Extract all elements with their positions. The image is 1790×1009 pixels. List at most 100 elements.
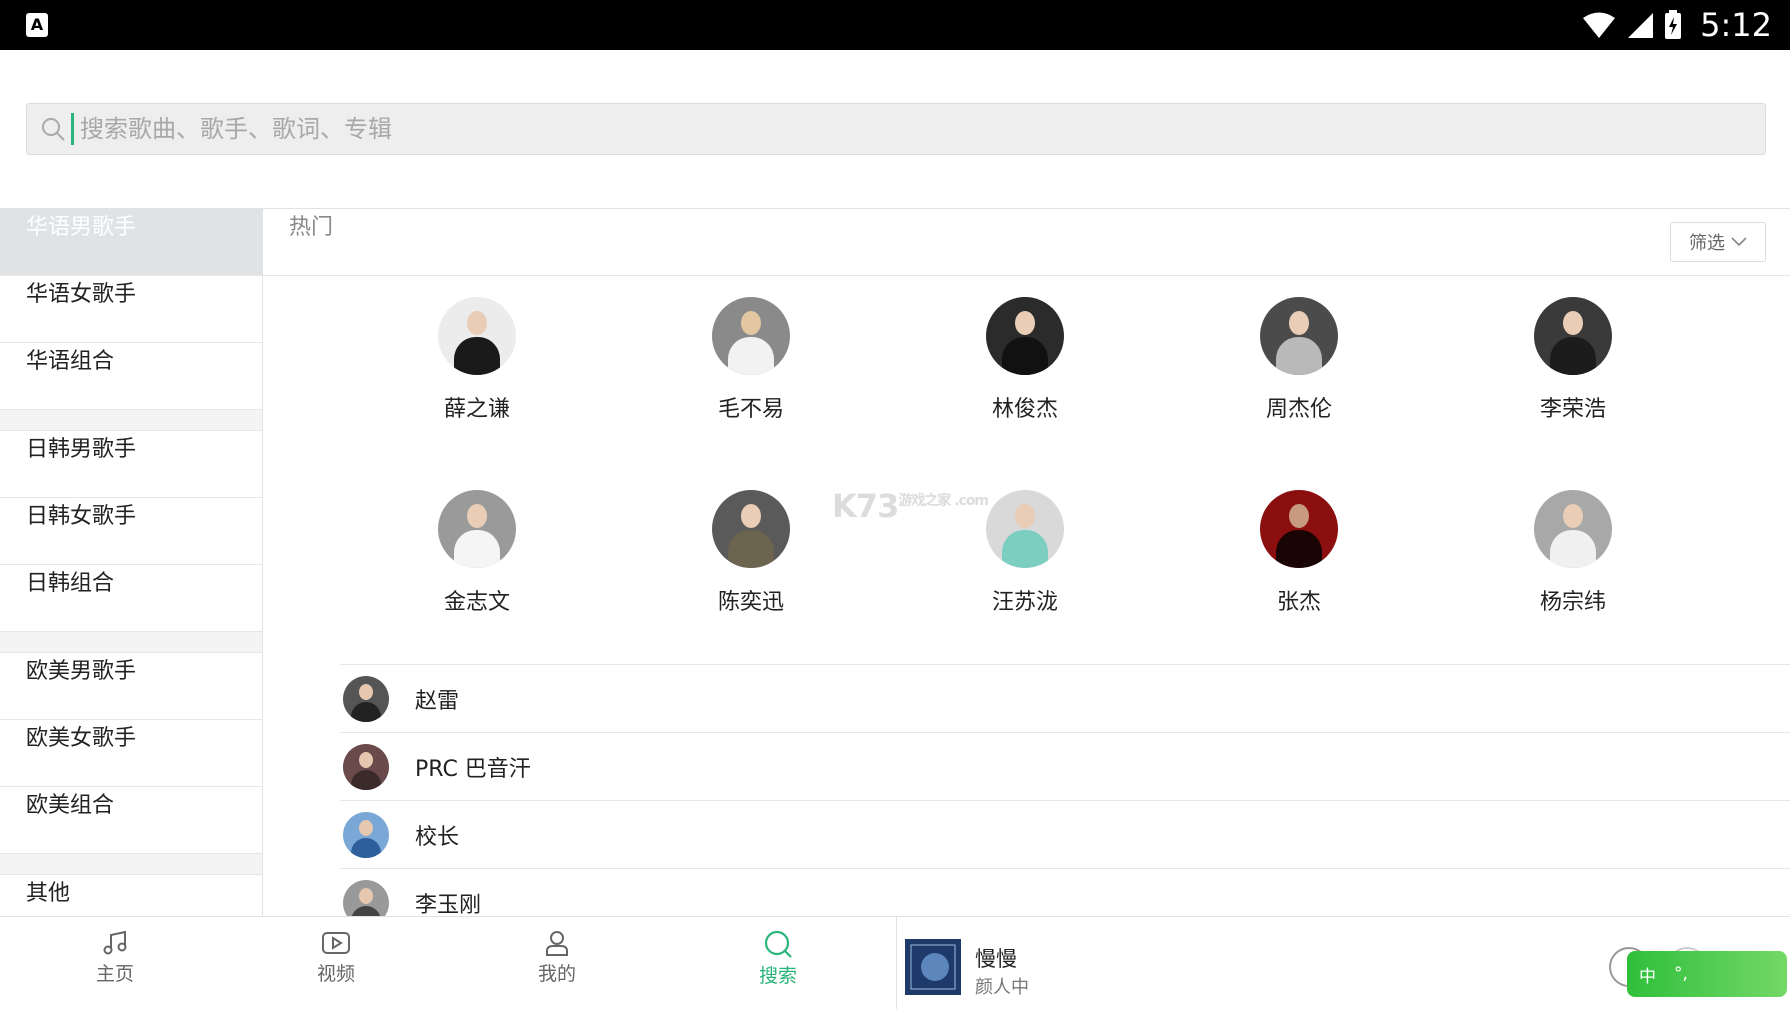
- avatar: [1260, 490, 1338, 568]
- list-item[interactable]: PRC 巴音汗: [340, 732, 1790, 800]
- watermark-text: K73: [832, 487, 899, 525]
- album-art-icon: [905, 939, 961, 995]
- artist-name: 杨宗纬: [1539, 590, 1606, 615]
- artist-card[interactable]: 周杰伦: [1219, 297, 1379, 423]
- search-area: [0, 50, 1790, 209]
- category-group-jpkr: 日韩男歌手 日韩女歌手 日韩组合: [0, 430, 262, 632]
- artist-card[interactable]: 林俊杰: [945, 297, 1105, 423]
- artist-name: 李玉刚: [415, 892, 482, 917]
- clock: 5:12: [1700, 6, 1772, 44]
- artist-grid-row: 金志文 陈奕迅 汪苏泷 张杰 杨宗纬: [263, 490, 1790, 683]
- watermark-subtext: 游戏之家 .com: [898, 493, 989, 509]
- list-item[interactable]: 校长: [340, 800, 1790, 868]
- avatar: [343, 879, 389, 916]
- avatar: [986, 490, 1064, 568]
- category-group-western: 欧美男歌手 欧美女歌手 欧美组合: [0, 652, 262, 854]
- artist-name: 李荣浩: [1539, 397, 1606, 422]
- album-cover[interactable]: [905, 939, 961, 995]
- nav-home[interactable]: 主页: [55, 917, 175, 1009]
- notification-a-icon: A: [26, 13, 48, 37]
- filter-button[interactable]: 筛选: [1670, 222, 1766, 262]
- artist-list: 赵雷 PRC 巴音汗 校长 李玉刚: [340, 664, 1790, 916]
- mini-player[interactable]: 慢慢 颜人中 中 °,: [896, 917, 1790, 1009]
- category-group-chinese: 华语男歌手 华语女歌手 华语组合: [0, 209, 262, 410]
- artist-name: 陈奕迅: [717, 590, 784, 615]
- artist-panel: 热门 筛选 薛之谦 毛不易 林俊杰 周杰伦 李荣浩 金志文 陈奕迅 汪苏泷 张杰…: [263, 209, 1790, 916]
- artist-name: PRC 巴音汗: [415, 756, 531, 782]
- cell-signal-icon: [1628, 13, 1654, 38]
- category-chinese-group[interactable]: 华语组合: [0, 343, 262, 409]
- category-western-female[interactable]: 欧美女歌手: [0, 720, 262, 787]
- nav-mine-label: 我的: [537, 963, 576, 985]
- artist-name: 毛不易: [717, 397, 784, 422]
- artist-grid-row: 薛之谦 毛不易 林俊杰 周杰伦 李荣浩: [263, 297, 1790, 490]
- category-western-group[interactable]: 欧美组合: [0, 787, 262, 853]
- artist-card[interactable]: 毛不易: [671, 297, 831, 423]
- category-group-other: 其他: [0, 874, 262, 916]
- category-jpkr-group[interactable]: 日韩组合: [0, 565, 262, 631]
- category-other[interactable]: 其他: [0, 875, 262, 916]
- category-chinese-male[interactable]: 华语男歌手: [0, 209, 262, 276]
- status-bar: A 5:12: [0, 0, 1790, 50]
- nav-search-label: 搜索: [758, 965, 797, 987]
- list-item[interactable]: 赵雷: [340, 664, 1790, 732]
- nav-home-label: 主页: [95, 963, 134, 985]
- artist-card[interactable]: 杨宗纬: [1493, 490, 1653, 616]
- search-icon: [764, 930, 792, 958]
- ime-toolbar[interactable]: 中 °,: [1627, 951, 1787, 997]
- avatar: [438, 297, 516, 375]
- bottom-navigation: 主页 视频 我的 搜索 慢慢 颜人中 中 °,: [0, 916, 1790, 1009]
- chevron-down-icon: [1731, 237, 1747, 247]
- artist-name: 薛之谦: [443, 397, 510, 422]
- ime-punct-toggle[interactable]: °,: [1674, 964, 1688, 984]
- battery-charging-icon: [1665, 10, 1682, 39]
- ime-lang-toggle[interactable]: 中: [1639, 962, 1656, 987]
- nav-video-label: 视频: [316, 963, 355, 985]
- nav-video[interactable]: 视频: [276, 917, 396, 1009]
- avatar: [1260, 297, 1338, 375]
- artist-name: 林俊杰: [991, 397, 1058, 422]
- search-box[interactable]: [26, 103, 1766, 155]
- avatar: [986, 297, 1064, 375]
- wifi-icon: [1583, 12, 1616, 38]
- artist-card[interactable]: 张杰: [1219, 490, 1379, 616]
- category-sidebar: 华语男歌手 华语女歌手 华语组合 日韩男歌手 日韩女歌手 日韩组合 欧美男歌手 …: [0, 209, 263, 916]
- avatar: [712, 490, 790, 568]
- avatar: [1534, 297, 1612, 375]
- artist-name: 金志文: [443, 590, 510, 615]
- nav-search[interactable]: 搜索: [718, 917, 838, 1009]
- avatar: [343, 743, 389, 790]
- artist-name: 张杰: [1276, 590, 1321, 615]
- category-western-male[interactable]: 欧美男歌手: [0, 653, 262, 720]
- category-chinese-female[interactable]: 华语女歌手: [0, 276, 262, 343]
- watermark: K73游戏之家 .com: [832, 487, 989, 525]
- status-icons: 5:12: [1582, 0, 1772, 50]
- artist-card[interactable]: 薛之谦: [397, 297, 557, 423]
- avatar: [1534, 490, 1612, 568]
- category-jpkr-female[interactable]: 日韩女歌手: [0, 498, 262, 565]
- category-jpkr-male[interactable]: 日韩男歌手: [0, 431, 262, 498]
- avatar: [343, 675, 389, 722]
- artist-card[interactable]: 李荣浩: [1493, 297, 1653, 423]
- search-input[interactable]: [74, 106, 1765, 152]
- list-item[interactable]: 李玉刚: [340, 868, 1790, 916]
- avatar: [343, 811, 389, 858]
- artist-name: 赵雷: [415, 688, 460, 714]
- search-icon: [42, 118, 65, 141]
- artist-name: 汪苏泷: [991, 590, 1058, 615]
- artist-card[interactable]: 金志文: [397, 490, 557, 616]
- avatar: [712, 297, 790, 375]
- avatar: [438, 490, 516, 568]
- artist-card[interactable]: 陈奕迅: [671, 490, 831, 616]
- user-icon: [546, 931, 568, 956]
- video-icon: [322, 932, 350, 954]
- filter-label: 筛选: [1689, 233, 1725, 254]
- section-label-hot: 热门: [289, 215, 334, 240]
- music-note-icon: [103, 930, 127, 955]
- nav-mine[interactable]: 我的: [497, 917, 617, 1009]
- artist-name: 校长: [415, 824, 460, 850]
- artist-name: 周杰伦: [1265, 397, 1332, 422]
- artist-panel-header: 热门 筛选: [263, 209, 1790, 276]
- song-title: 慢慢: [975, 947, 1017, 971]
- artist-grid: 薛之谦 毛不易 林俊杰 周杰伦 李荣浩 金志文 陈奕迅 汪苏泷 张杰 杨宗纬: [263, 297, 1790, 683]
